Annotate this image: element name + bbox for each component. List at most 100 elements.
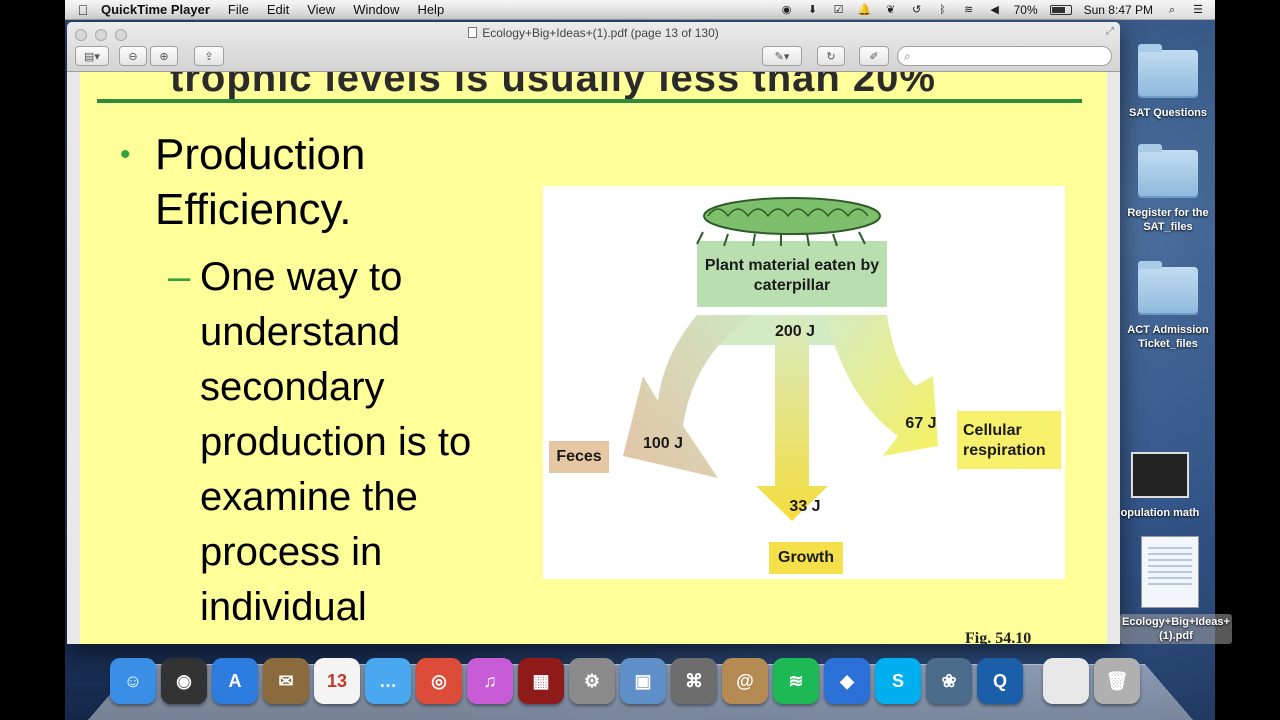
photo-booth-icon[interactable]: ▦ — [518, 658, 564, 704]
trash-icon[interactable]: 🗑 — [1094, 658, 1140, 704]
bluetooth-icon[interactable]: ᛒ — [936, 3, 950, 17]
window-title: Ecology+Big+Ideas+(1).pdf (page 13 of 13… — [67, 26, 1120, 40]
desktop-icon-label: SAT Questions — [1128, 107, 1208, 119]
system-preferences-icon[interactable]: ⚙ — [569, 658, 615, 704]
energy-flow-diagram — [549, 197, 1061, 574]
fullscreen-icon[interactable]: ⤢ — [1106, 26, 1114, 37]
skype-icon[interactable]: S — [875, 658, 921, 704]
keynote-icon[interactable]: ◆ — [824, 658, 870, 704]
desktop-file-ecology-pdf[interactable]: Ecology+Big+Ideas+(1).pdf — [1120, 536, 1232, 644]
source-label: Plant material eaten by caterpillar — [704, 257, 880, 294]
menu-window[interactable]: Window — [353, 2, 399, 17]
growth-label: Growth — [778, 549, 834, 566]
title-divider — [97, 99, 1082, 103]
desktop-folder-sat-questions[interactable]: SAT Questions — [1118, 44, 1218, 120]
sub-bullet-dash: – — [168, 255, 191, 299]
preview-icon[interactable]: ▣ — [620, 658, 666, 704]
notification-center-icon[interactable]: ☰ — [1191, 3, 1205, 17]
rotate-button[interactable]: ↻ — [817, 46, 845, 66]
main-bullet: • Production Efficiency. — [120, 127, 520, 237]
zoom-out-button[interactable]: ⊖ — [119, 46, 147, 66]
download-icon[interactable]: ⬇ — [806, 3, 820, 17]
document-proxy-icon[interactable] — [468, 27, 478, 38]
feces-value: 100 J — [642, 435, 684, 452]
folder-icon — [1138, 144, 1198, 198]
preview-window: Ecology+Big+Ideas+(1).pdf (page 13 of 13… — [67, 22, 1120, 644]
mail-icon[interactable]: ✉ — [263, 658, 309, 704]
sub-bullet-text: One way to understand secondary producti… — [200, 255, 472, 644]
calendar-icon[interactable]: 13 — [314, 658, 360, 704]
messages-icon[interactable]: … — [365, 658, 411, 704]
sub-bullet: – One way to understand secondary produc… — [168, 250, 508, 644]
menu-view[interactable]: View — [307, 2, 335, 17]
growth-value: 33 J — [789, 498, 821, 515]
apple-menu-icon[interactable]:  — [65, 2, 101, 18]
search-input[interactable]: ⌕ — [897, 46, 1112, 66]
folder-icon — [1138, 44, 1198, 98]
main-bullet-text: Production Efficiency. — [155, 130, 366, 234]
figure-number: Fig. 54.10 — [965, 630, 1032, 644]
status-area: ◉ ⬇ ☑ 🔔 ❦ ↺ ᛒ ≋ ◀ 70% Sun 8:47 PM ⌕ ☰ — [780, 0, 1205, 20]
markup-pen-button[interactable]: ✎▾ — [762, 46, 802, 66]
growth-arrow — [756, 315, 828, 521]
desktop-file-population-math[interactable]: opulation math — [1110, 452, 1210, 520]
spotlight-search-icon[interactable]: ⌕ — [1165, 3, 1179, 17]
window-title-text: Ecology+Big+Ideas+(1).pdf (page 13 of 13… — [482, 26, 719, 40]
bullet-dot: • — [120, 138, 131, 171]
app-store-icon[interactable]: A — [212, 658, 258, 704]
right-letterbox — [1215, 0, 1280, 720]
respiration-arrow — [825, 315, 938, 456]
left-letterbox — [0, 0, 65, 720]
app-menu[interactable]: QuickTime Player — [101, 2, 210, 17]
clock[interactable]: Sun 8:47 PM — [1084, 3, 1153, 17]
source-value: 200 J — [774, 323, 816, 340]
desktop-folder-register-sat[interactable]: Register for the SAT_files — [1118, 144, 1218, 234]
battery-icon[interactable] — [1049, 5, 1072, 15]
dashboard-icon[interactable]: ◉ — [161, 658, 207, 704]
pdf-thumbnail-icon — [1141, 536, 1199, 608]
battery-percent[interactable]: 70% — [1014, 3, 1038, 17]
notification-bell-icon[interactable]: 🔔 — [858, 3, 872, 17]
video-thumbnail-icon — [1131, 452, 1189, 498]
zoom-in-button[interactable]: ⊕ — [150, 46, 178, 66]
finder-icon[interactable]: ☺ — [110, 658, 156, 704]
desktop-icon-label: Ecology+Big+Ideas+(1).pdf — [1120, 614, 1232, 644]
contacts-icon[interactable]: @ — [722, 658, 768, 704]
iphoto-icon[interactable]: ❀ — [926, 658, 972, 704]
caterpillar-illustration — [696, 197, 881, 247]
document-icon[interactable] — [1043, 658, 1089, 704]
desktop-icon-label: ACT Admission Ticket_files — [1127, 324, 1209, 350]
energy-flow-figure: Plant material eaten by caterpillar 200 … — [543, 186, 1065, 579]
search-icon: ⌕ — [904, 49, 911, 63]
quicktime-icon[interactable]: Q — [977, 658, 1023, 704]
checklist-icon[interactable]: ☑ — [832, 3, 846, 17]
itunes-icon[interactable]: ♫ — [467, 658, 513, 704]
menu-edit[interactable]: Edit — [267, 2, 289, 17]
chrome-icon[interactable]: ◎ — [416, 658, 462, 704]
time-machine-icon[interactable]: ↺ — [910, 3, 924, 17]
menu-file[interactable]: File — [228, 2, 249, 17]
spotify-icon[interactable]: ≋ — [773, 658, 819, 704]
desktop-icon-label: Register for the SAT_files — [1127, 207, 1209, 233]
feces-label: Feces — [556, 448, 602, 465]
edit-toolbar-button[interactable]: ✐ — [859, 46, 889, 66]
share-button[interactable]: ⇪ — [194, 46, 224, 66]
window-titlebar: Ecology+Big+Ideas+(1).pdf (page 13 of 13… — [67, 22, 1120, 72]
respiration-label: Cellular respiration — [963, 422, 1046, 459]
dock-separator — [1028, 658, 1038, 710]
network-icon[interactable]: ⌘ — [671, 658, 717, 704]
sidebar-view-button[interactable]: ▤▾ — [75, 46, 109, 66]
respiration-value: 67 J — [905, 415, 937, 432]
pdf-page[interactable]: trophic levels is usually less than 20% … — [80, 72, 1107, 644]
folder-icon — [1138, 261, 1198, 315]
volume-icon[interactable]: ◀ — [988, 3, 1002, 17]
dock-icons: ☺ ◉ A ✉ 13… ◎ ♫ ▦ ⚙ ▣ ⌘ @ ≋ ◆ S ❀ Q 🗑 — [110, 658, 1140, 710]
menu-bar:  QuickTime Player File Edit View Window… — [65, 0, 1215, 20]
desktop-folder-act-ticket[interactable]: ACT Admission Ticket_files — [1118, 261, 1218, 351]
record-icon[interactable]: ◉ — [780, 3, 794, 17]
desktop-icon-label: opulation math — [1120, 507, 1200, 519]
slide-title: trophic levels is usually less than 20% — [170, 72, 936, 100]
menu-help[interactable]: Help — [417, 2, 444, 17]
wifi-icon[interactable]: ≋ — [962, 3, 976, 17]
evernote-icon[interactable]: ❦ — [884, 3, 898, 17]
